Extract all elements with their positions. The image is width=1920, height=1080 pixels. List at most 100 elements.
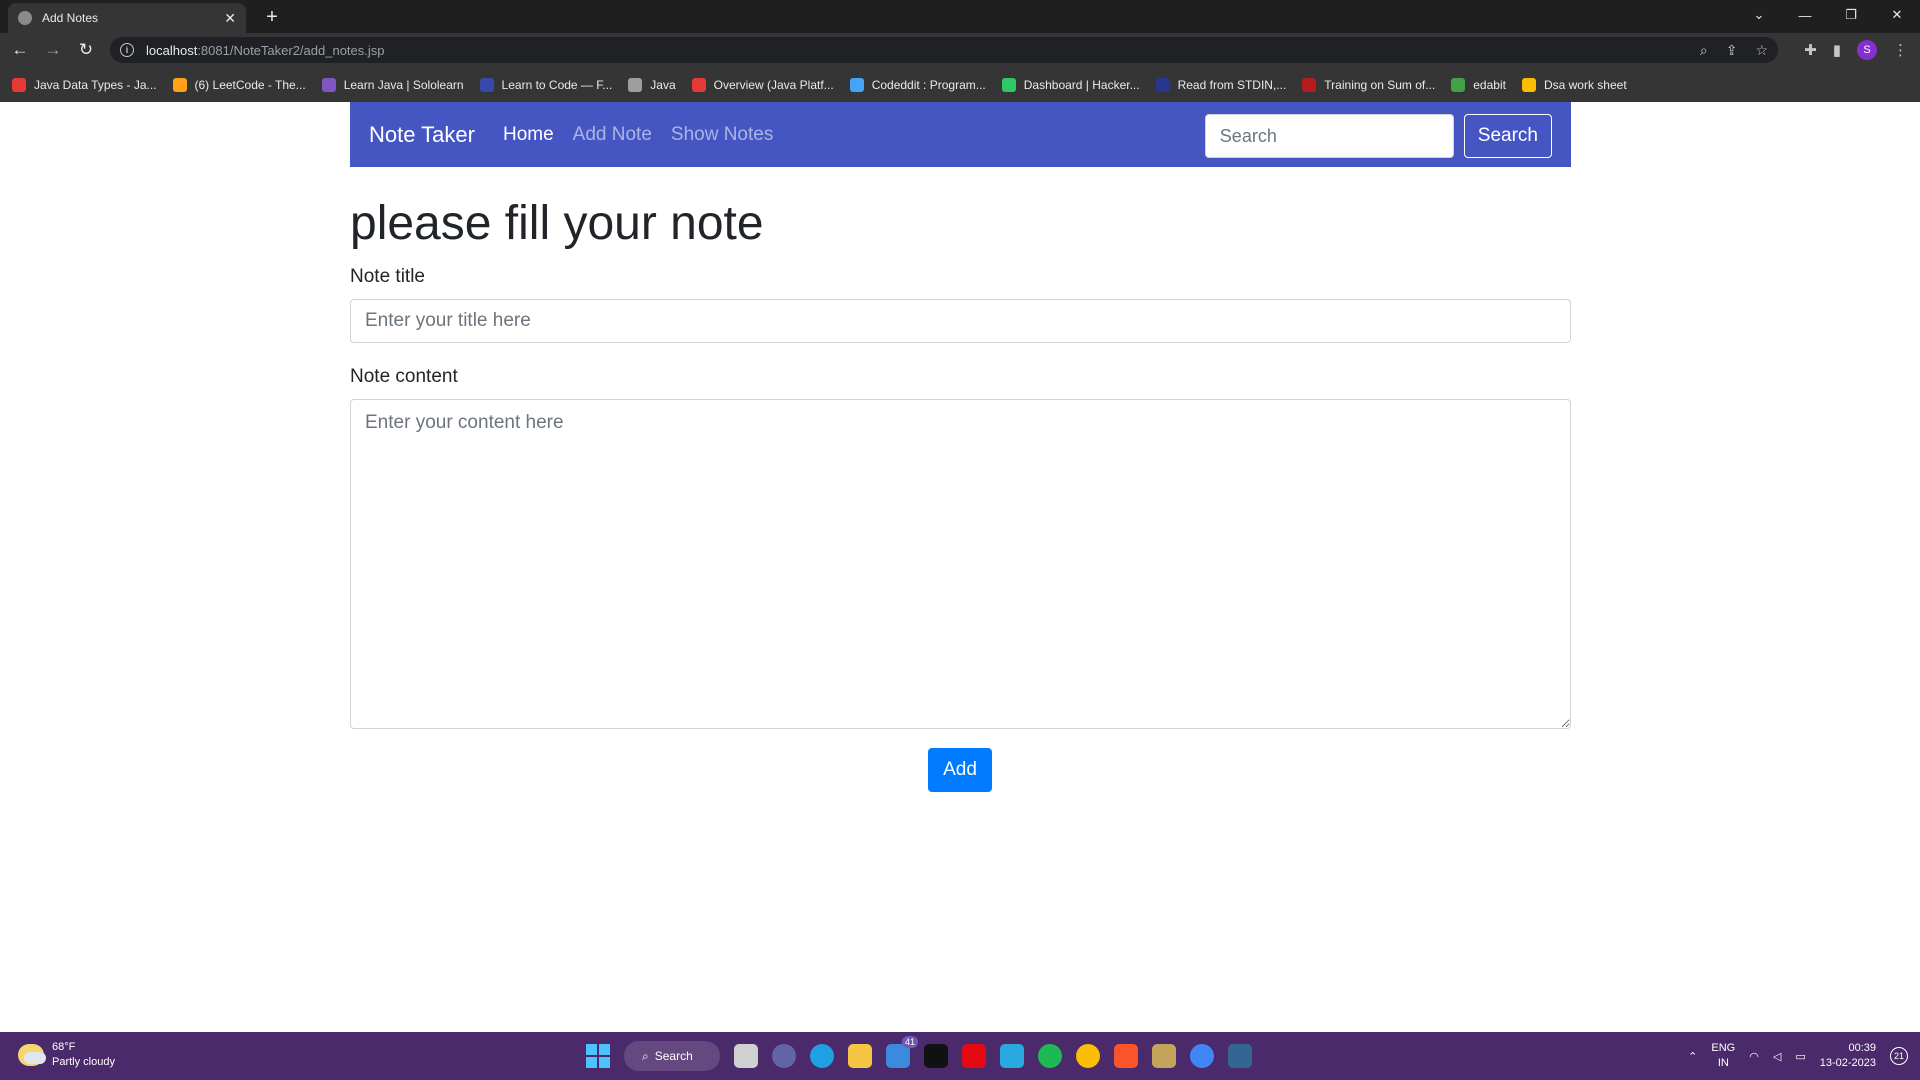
windows-start-icon[interactable]	[586, 1044, 610, 1068]
bookmark-item[interactable]: Codeddit : Program...	[849, 77, 986, 92]
bookmark-favicon-icon	[12, 77, 26, 92]
new-tab-button[interactable]: +	[260, 5, 284, 29]
browser-tab[interactable]: Add Notes ✕	[8, 3, 246, 33]
minimize-icon[interactable]: —	[1782, 0, 1828, 30]
tab-search-icon[interactable]: ⌄	[1736, 0, 1782, 30]
brave-icon[interactable]	[1114, 1044, 1138, 1068]
close-tab-icon[interactable]: ✕	[224, 10, 236, 27]
mail-icon[interactable]: 41	[886, 1036, 918, 1068]
side-panel-icon[interactable]: ▮	[1833, 41, 1841, 59]
bookmark-label: Codeddit : Program...	[871, 77, 986, 92]
teams-chat-icon[interactable]	[772, 1044, 796, 1068]
mail-badge: 41	[901, 1036, 918, 1048]
bookmark-item[interactable]: Learn to Code — F...	[479, 77, 613, 92]
note-title-input[interactable]	[350, 299, 1571, 343]
note-title-label: Note title	[350, 266, 425, 287]
bookmark-label: Dashboard | Hacker...	[1023, 77, 1140, 92]
file-explorer-icon[interactable]	[848, 1044, 872, 1068]
reload-icon[interactable]: ↻	[73, 37, 99, 63]
restore-icon[interactable]: ❐	[1828, 0, 1874, 30]
os-taskbar: 68°F Partly cloudy ⌕ Search 41 ⌃ ENG IN …	[0, 1032, 1920, 1080]
search-icon: ⌕	[642, 1048, 649, 1063]
bookmark-label: Dsa work sheet	[1543, 77, 1627, 92]
nav-link-show-notes[interactable]: Show Notes	[671, 124, 773, 146]
globe-icon	[18, 11, 32, 25]
app-navbar: Note Taker Home Add Note Show Notes Sear…	[350, 102, 1571, 167]
language-indicator[interactable]: ENG IN	[1711, 1041, 1735, 1071]
bookmark-item[interactable]: edabit	[1451, 77, 1506, 92]
nav-link-home[interactable]: Home	[503, 124, 554, 146]
add-note-button[interactable]: Add	[928, 748, 992, 792]
bookmark-favicon-icon	[1155, 77, 1170, 92]
bookmark-label: Learn Java | Sololearn	[343, 77, 464, 92]
chrome-icon[interactable]	[1076, 1044, 1100, 1068]
navbar-search-button[interactable]: Search	[1463, 114, 1552, 158]
remote-desktop-icon[interactable]	[1000, 1044, 1024, 1068]
navbar-search-form: Search	[1204, 114, 1552, 158]
bookmark-item[interactable]: Dashboard | Hacker...	[1001, 77, 1140, 92]
weather-widget[interactable]: 68°F Partly cloudy	[18, 1040, 115, 1070]
taskbar-search-label: Search	[654, 1049, 693, 1063]
address-bar[interactable]: i localhost:8081/NoteTaker2/add_notes.js…	[110, 37, 1778, 63]
bookmark-item[interactable]: Java Data Types - Ja...	[12, 77, 157, 92]
url-path: :8081/NoteTaker2/add_notes.jsp	[197, 42, 385, 58]
bookmark-label: (6) LeetCode - The...	[194, 77, 306, 92]
browser-tab-strip: Add Notes ✕ + ⌄ — ❐ ✕	[0, 0, 1920, 33]
edge-browser-icon[interactable]	[810, 1044, 834, 1068]
tab-title: Add Notes	[42, 11, 99, 25]
bookmark-favicon-icon	[172, 77, 187, 92]
back-arrow-icon[interactable]: ←	[7, 37, 33, 63]
forward-arrow-icon[interactable]: →	[40, 37, 66, 63]
share-icon[interactable]: ⇪	[1726, 42, 1738, 59]
bookmark-label: Read from STDIN,...	[1177, 77, 1287, 92]
site-info-icon[interactable]: i	[120, 43, 134, 57]
bookmark-label: Java Data Types - Ja...	[34, 77, 157, 92]
note-content-label: Note content	[350, 366, 458, 387]
terminal-icon[interactable]	[924, 1044, 948, 1068]
netflix-icon[interactable]	[962, 1044, 986, 1068]
bookmarks-bar: Java Data Types - Ja... (6) LeetCode - Th…	[0, 67, 1920, 102]
profile-avatar[interactable]: S	[1857, 40, 1877, 60]
bookmark-item[interactable]: Java	[628, 77, 676, 92]
bookmark-item[interactable]: Dsa work sheet	[1521, 77, 1627, 92]
navbar-search-input[interactable]	[1204, 114, 1454, 158]
bookmark-favicon-icon	[1302, 77, 1317, 92]
bookmark-item[interactable]: Read from STDIN,...	[1155, 77, 1287, 92]
clock-time: 00:39	[1848, 1042, 1876, 1054]
note-content-textarea[interactable]	[350, 399, 1571, 729]
chrome-profile-icon[interactable]	[1190, 1044, 1214, 1068]
spotify-icon[interactable]	[1038, 1044, 1062, 1068]
bookmark-item[interactable]: Overview (Java Platf...	[691, 77, 834, 92]
bookmark-favicon-icon	[628, 77, 643, 92]
weather-temperature: 68°F	[52, 1041, 76, 1053]
bookmark-item[interactable]: Learn Java | Sololearn	[321, 77, 464, 92]
bookmark-label: edabit	[1473, 77, 1506, 92]
bookmark-star-icon[interactable]: ☆	[1755, 42, 1768, 59]
bookmark-favicon-icon	[1451, 77, 1466, 92]
volume-icon[interactable]: ◁	[1773, 1050, 1781, 1063]
bookmark-favicon-icon	[479, 77, 494, 92]
page-title: please fill your note	[350, 197, 764, 250]
brand-logo[interactable]: Note Taker	[369, 122, 475, 148]
postgresql-icon[interactable]	[1228, 1044, 1252, 1068]
bookmark-item[interactable]: (6) LeetCode - The...	[172, 77, 306, 92]
zoom-icon[interactable]: ⌕	[1700, 42, 1708, 59]
close-window-icon[interactable]: ✕	[1874, 0, 1920, 30]
battery-icon[interactable]: ▭	[1795, 1050, 1805, 1063]
app-icon[interactable]	[1152, 1044, 1176, 1068]
window-controls: ⌄ — ❐ ✕	[1736, 0, 1920, 30]
bookmark-item[interactable]: Training on Sum of...	[1302, 77, 1436, 92]
task-view-icon[interactable]	[734, 1044, 758, 1068]
bookmark-label: Learn to Code — F...	[501, 77, 613, 92]
chevron-up-icon[interactable]: ⌃	[1688, 1050, 1697, 1063]
region-code: IN	[1717, 1057, 1729, 1069]
taskbar-search-button[interactable]: ⌕ Search	[624, 1041, 720, 1071]
wifi-icon[interactable]: ◠	[1749, 1050, 1759, 1063]
browser-menu-icon[interactable]: ⋮	[1893, 41, 1908, 59]
bookmark-label: Training on Sum of...	[1324, 77, 1436, 92]
extensions-puzzle-icon[interactable]: ✚	[1804, 41, 1817, 59]
clock[interactable]: 00:39 13-02-2023	[1820, 1041, 1876, 1071]
nav-link-add-note[interactable]: Add Note	[573, 124, 652, 146]
notification-count-badge[interactable]: 21	[1890, 1047, 1908, 1065]
system-tray: ⌃ ENG IN ◠ ◁ ▭ 00:39 13-02-2023 21	[1688, 1032, 1908, 1080]
